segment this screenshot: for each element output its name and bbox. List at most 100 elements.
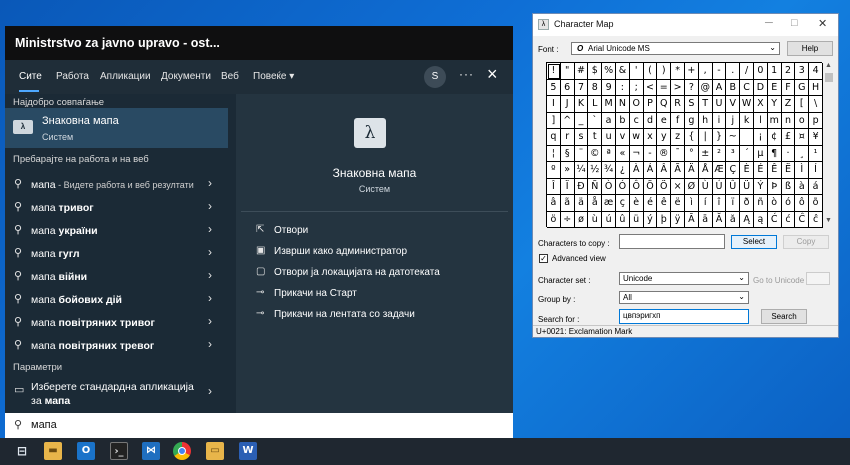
char-cell[interactable]: 5 [547,79,561,96]
char-cell[interactable]: Â [657,162,672,179]
tab-documents[interactable]: Документи [161,71,211,82]
char-cell[interactable]: & [616,63,630,80]
char-cell[interactable]: ü [629,211,644,228]
char-cell[interactable]: 7 [574,79,589,96]
outlook-icon[interactable]: O [77,442,95,460]
char-cell[interactable]: ê [657,195,672,212]
close-icon[interactable]: × [487,64,498,85]
char-cell[interactable]: E [767,79,782,96]
char-cell[interactable]: ú [602,211,616,228]
char-cell[interactable]: ¥ [809,129,823,146]
tab-apps[interactable]: Апликации [100,71,151,82]
char-cell[interactable]: t [588,129,603,146]
char-cell[interactable]: º [547,162,561,179]
search-for-input[interactable]: цвпэригхп [619,309,749,324]
char-cell[interactable]: - [643,145,658,162]
char-cell[interactable]: Z [781,96,796,113]
char-cell[interactable]: : [616,79,630,96]
files-icon[interactable]: ▭ [206,442,224,460]
char-cell[interactable]: 8 [588,79,603,96]
char-cell[interactable]: » [560,162,575,179]
char-cell[interactable]: g [685,112,699,129]
maximize-icon[interactable]: □ [791,17,798,29]
char-cell[interactable]: ą [754,211,768,228]
avatar[interactable]: S [424,66,446,88]
scroll-down-icon[interactable]: ▼ [825,217,832,224]
char-cell[interactable]: ç [616,195,630,212]
char-cell[interactable]: á [809,178,823,195]
tab-more[interactable]: Повеќе ▾ [253,71,294,82]
char-cell[interactable]: ý [643,211,658,228]
char-cell[interactable]: . [726,63,741,80]
tab-web[interactable]: Веб [221,71,239,82]
char-cell[interactable]: Ú [712,178,727,195]
char-cell[interactable]: S [685,96,699,113]
char-cell[interactable]: é [643,195,658,212]
char-cell[interactable]: ~ [726,129,741,146]
char-cell[interactable]: U [712,96,727,113]
char-cell[interactable]: 3 [795,63,810,80]
char-cell[interactable]: ë [671,195,685,212]
scroll-thumb[interactable] [825,73,833,82]
goto-unicode-input[interactable] [806,272,830,285]
char-cell[interactable]: z [671,129,685,146]
char-cell[interactable]: 4 [809,63,823,80]
char-cell[interactable]: þ [657,211,672,228]
char-cell[interactable]: ă [726,211,741,228]
char-cell[interactable]: Ā [685,211,699,228]
char-cell[interactable]: _ [574,112,589,129]
char-cell[interactable]: Ø [685,178,699,195]
char-cell[interactable]: ? [685,79,699,96]
more-options-icon[interactable]: ··· [459,67,474,81]
vscode-icon[interactable]: ⋈ [142,442,160,460]
char-cell[interactable]: § [560,145,575,162]
char-cell[interactable]: Ë [781,162,796,179]
char-cell[interactable]: ô [795,195,810,212]
char-cell[interactable]: 9 [602,79,616,96]
charset-select[interactable]: Unicode ⌄ [619,272,749,285]
char-cell[interactable]: ¦ [547,145,561,162]
char-cell[interactable]: R [671,96,685,113]
char-cell[interactable]: © [588,145,603,162]
help-button[interactable]: Help [787,41,833,56]
char-cell[interactable]: b [616,112,630,129]
char-cell[interactable]: ã [560,195,575,212]
char-cell[interactable]: ¤ [795,129,810,146]
char-cell[interactable]: Ò [602,178,616,195]
char-cell[interactable]: x [643,129,658,146]
char-cell[interactable]: ! [547,63,561,80]
minimize-icon[interactable]: ─ [765,17,773,29]
char-cell[interactable]: Ï [560,178,575,195]
char-cell[interactable]: y [657,129,672,146]
char-cell[interactable]: W [740,96,754,113]
char-cell[interactable]: ( [643,63,658,80]
char-cell[interactable]: O [629,96,644,113]
char-cell[interactable]: B [726,79,741,96]
char-cell[interactable]: Ý [754,178,768,195]
char-cell[interactable]: À [629,162,644,179]
char-cell[interactable]: Õ [643,178,658,195]
char-cell[interactable]: X [754,96,768,113]
char-cell[interactable]: m [767,112,782,129]
char-cell[interactable]: × [671,178,685,195]
char-cell[interactable]: ð [740,195,754,212]
char-cell[interactable]: £ [781,129,796,146]
char-cell[interactable]: ; [629,79,644,96]
char-cell[interactable]: V [726,96,741,113]
char-cell[interactable]: õ [809,195,823,212]
list-item[interactable]: ⚲ мапа україни › [5,220,228,242]
char-cell[interactable]: r [560,129,575,146]
char-cell[interactable]: , [698,63,713,80]
char-cell[interactable]: A [712,79,727,96]
char-cell[interactable]: ø [574,211,589,228]
char-cell[interactable]: + [685,63,699,80]
char-cell[interactable]: ¯ [671,145,685,162]
char-cell[interactable]: Ð [574,178,589,195]
char-cell[interactable]: 2 [781,63,796,80]
group-by-select[interactable]: All ⌄ [619,291,749,304]
char-cell[interactable]: ā [698,211,713,228]
char-cell[interactable]: v [616,129,630,146]
char-cell[interactable]: ¾ [602,162,616,179]
char-cell[interactable]: ] [547,112,561,129]
char-cell[interactable]: Ć [767,211,782,228]
